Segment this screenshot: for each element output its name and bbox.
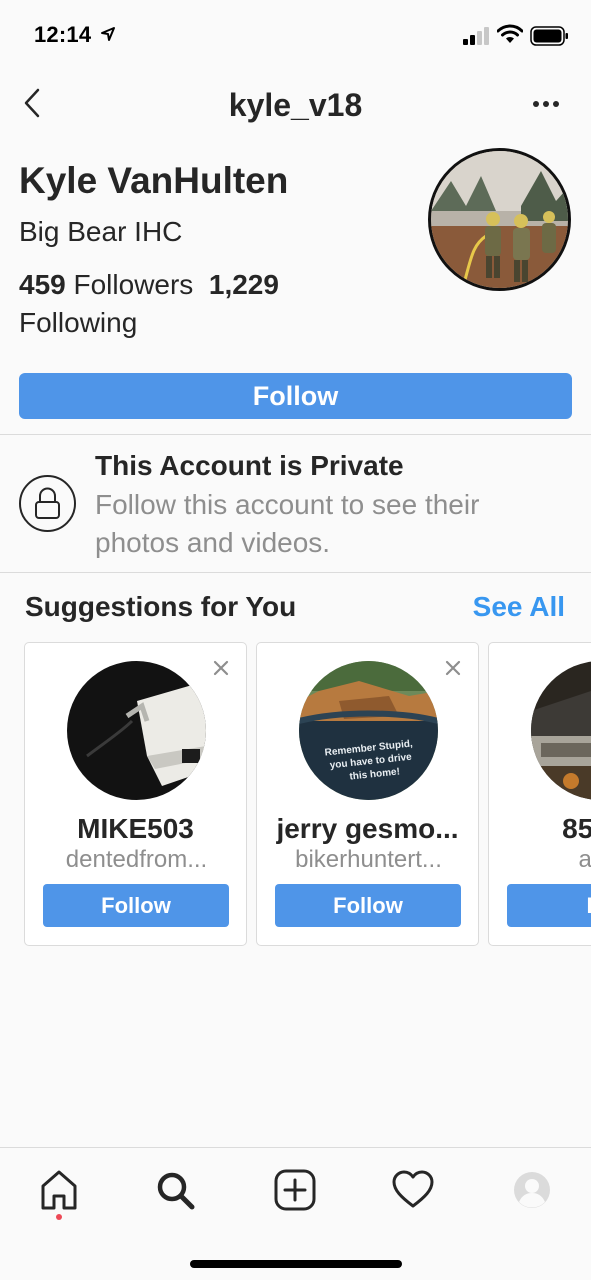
profile-full-name: Kyle VanHulten	[19, 160, 289, 201]
profile-photo	[431, 151, 568, 288]
home-icon[interactable]	[37, 1168, 81, 1212]
suggestion-name[interactable]: 85 Ce	[499, 813, 591, 845]
avatar[interactable]: Remember Stupid, you have to drive this …	[299, 661, 438, 800]
search-icon[interactable]	[153, 1168, 197, 1212]
suggestion-subtitle: dentedfrom...	[65, 846, 208, 873]
profile-bio: Big Bear IHC	[19, 216, 183, 247]
avatar[interactable]	[67, 661, 206, 800]
followers-link[interactable]: 459 Followers	[19, 269, 193, 300]
activity-heart-icon[interactable]	[391, 1168, 435, 1212]
profile-stats: 459 Followers 1,229 Following	[19, 266, 399, 342]
following-count: 1,229	[208, 269, 279, 300]
see-all-link[interactable]: See All	[473, 591, 565, 623]
suggestion-subtitle: atxc	[578, 846, 591, 873]
private-account-description: Follow this account to see their photos …	[95, 489, 480, 558]
lock-icon	[35, 487, 60, 519]
more-horizontal-icon[interactable]	[530, 98, 562, 110]
suggestion-name[interactable]: MIKE503	[35, 813, 236, 845]
avatar[interactable]	[531, 661, 591, 800]
suggestion-card[interactable]: Remember Stupid, you have to drive this …	[256, 642, 479, 946]
cellular-signal-icon	[463, 27, 489, 45]
suggestions-carousel[interactable]: MIKE503 dentedfrom... Follow Remember St…	[0, 642, 591, 946]
suggestion-follow-button[interactable]: Follow	[43, 884, 229, 927]
suggestion-follow-button[interactable]: Follow	[275, 884, 461, 927]
wifi-icon	[497, 24, 523, 43]
status-bar: 12:14	[0, 0, 591, 70]
followers-count: 459	[19, 269, 66, 300]
divider	[0, 572, 591, 573]
status-time: 12:14	[34, 22, 92, 47]
battery-icon	[530, 26, 568, 46]
suggestions-title: Suggestions for You	[25, 591, 297, 622]
suggestion-card[interactable]: 85 Ce atxc Fo	[488, 642, 591, 946]
tab-bar	[0, 1147, 591, 1280]
suggestion-photo	[531, 661, 591, 800]
profile-avatar[interactable]	[428, 148, 571, 291]
followers-label: Followers	[73, 269, 194, 300]
follow-button[interactable]: Follow	[19, 373, 572, 419]
suggestion-name[interactable]: jerry gesmo...	[267, 813, 468, 845]
activity-dot	[56, 1214, 62, 1220]
suggestion-subtitle: bikerhuntert...	[295, 846, 442, 873]
location-arrow-icon	[101, 27, 115, 41]
private-lock-badge	[19, 475, 76, 532]
profile-avatar-icon[interactable]	[510, 1168, 554, 1212]
suggestion-follow-button[interactable]: Fo	[507, 884, 591, 927]
close-icon[interactable]	[210, 657, 232, 679]
close-icon[interactable]	[442, 657, 464, 679]
suggestion-photo	[67, 661, 206, 800]
home-indicator	[190, 1260, 402, 1268]
private-account-title: This Account is Private	[95, 450, 404, 481]
add-post-icon[interactable]	[273, 1168, 317, 1212]
divider	[0, 434, 591, 435]
page-title: kyle_v18	[228, 87, 363, 123]
following-label: Following	[19, 307, 138, 338]
suggestion-photo: Remember Stupid, you have to drive this …	[299, 661, 438, 800]
suggestion-card[interactable]: MIKE503 dentedfrom... Follow	[24, 642, 247, 946]
nav-bar: kyle_v18	[0, 70, 591, 140]
